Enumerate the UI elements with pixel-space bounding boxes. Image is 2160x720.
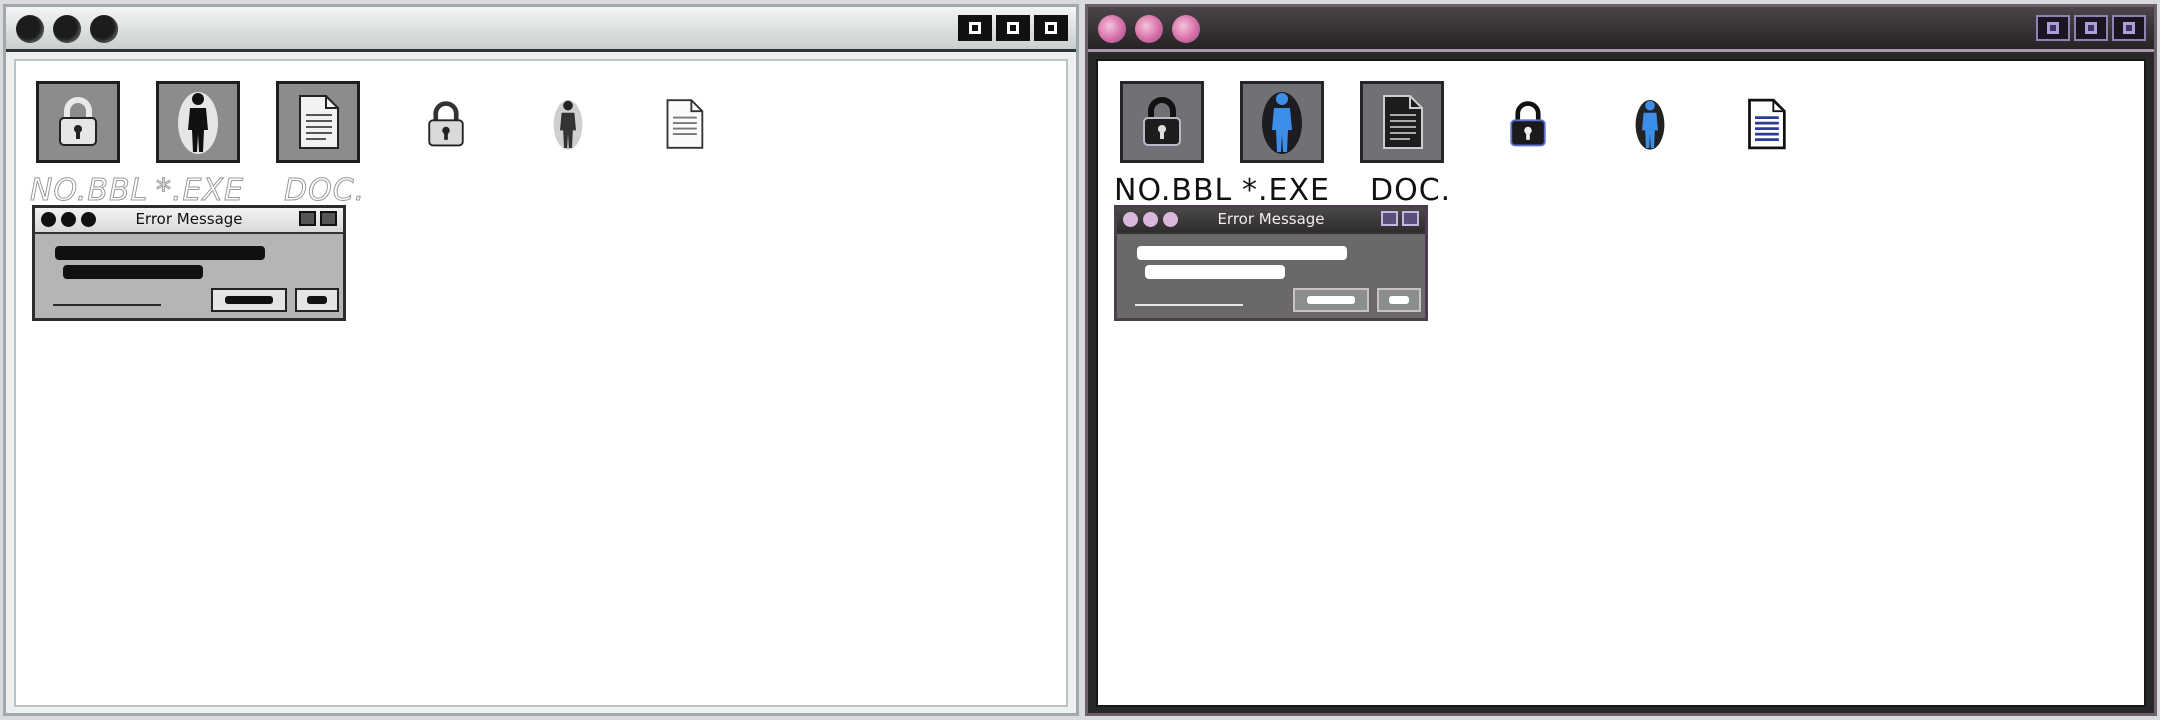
window-controls [2036, 15, 2146, 41]
dialog-secondary-button[interactable] [295, 288, 339, 312]
close-dot-button[interactable] [16, 15, 44, 43]
person-icon [178, 92, 218, 154]
person-icon [1262, 92, 1302, 154]
icon-label: NO.BBL [1114, 173, 1233, 208]
lock-desktop-icon[interactable] [416, 91, 476, 157]
document-icon [1748, 98, 1786, 150]
window-content: NO.BBL *.EXE DOC. Error Message [1096, 59, 2146, 707]
redacted-message-line [1145, 265, 1285, 279]
lock-icon [1143, 97, 1181, 146]
redacted-button-label [1307, 296, 1355, 304]
close-dot-button[interactable] [1098, 15, 1126, 43]
dialog-window-controls [1381, 211, 1419, 226]
lock-icon [59, 97, 97, 146]
dialog-divider [53, 304, 161, 306]
lock-desktop-icon[interactable] [1498, 91, 1558, 157]
dialog-primary-button[interactable] [1293, 288, 1369, 312]
title-bar[interactable] [6, 7, 1076, 52]
window-content: NO.BBL *.EXE DOC. Error Message [14, 59, 1068, 707]
traffic-lights [16, 15, 118, 43]
redacted-message-line [63, 265, 203, 279]
traffic-lights [1098, 15, 1200, 43]
lock-tile-button[interactable] [1120, 81, 1204, 163]
dialog-window-button[interactable] [1402, 211, 1419, 226]
document-desktop-icon[interactable] [1736, 91, 1796, 157]
zoom-dot-button[interactable] [90, 15, 118, 43]
redacted-message-line [55, 246, 265, 260]
icon-label: DOC. [283, 173, 366, 209]
minimize-dot-button[interactable] [1135, 15, 1163, 43]
person-icon [553, 100, 583, 150]
dialog-window-button[interactable] [320, 211, 337, 226]
dialog-title: Error Message [1217, 210, 1325, 228]
dialog-window-button[interactable] [299, 211, 316, 226]
window-controls [958, 15, 1068, 41]
redacted-button-label [225, 296, 273, 304]
lock-icon [428, 101, 464, 147]
document-desktop-icon[interactable] [654, 91, 714, 157]
person-tile-button[interactable] [1240, 81, 1324, 163]
person-tile-button[interactable] [156, 81, 240, 163]
person-desktop-icon[interactable] [538, 91, 598, 157]
icon-label: *.EXE [156, 173, 244, 209]
dialog-window-button[interactable] [1381, 211, 1398, 226]
window-light: NO.BBL *.EXE DOC. Error Message [3, 4, 1079, 716]
window-button-1[interactable] [958, 15, 992, 41]
window-button-2[interactable] [996, 15, 1030, 41]
person-desktop-icon[interactable] [1620, 91, 1680, 157]
title-bar[interactable] [1088, 7, 2154, 52]
lock-icon [1510, 101, 1546, 147]
dialog-title-bar[interactable]: Error Message [1117, 208, 1425, 234]
lock-tile-button[interactable] [36, 81, 120, 163]
redacted-message-line [1137, 246, 1347, 260]
window-button-3[interactable] [1034, 15, 1068, 41]
icon-label: DOC. [1370, 173, 1452, 208]
window-button-1[interactable] [2036, 15, 2070, 41]
icon-label: *.EXE [1242, 173, 1330, 208]
window-dark: NO.BBL *.EXE DOC. Error Message [1085, 4, 2157, 716]
document-icon [666, 99, 704, 149]
dialog-secondary-button[interactable] [1377, 288, 1421, 312]
window-button-2[interactable] [2074, 15, 2108, 41]
dialog-divider [1135, 304, 1243, 306]
document-tile-button[interactable] [1360, 81, 1444, 163]
document-icon [1383, 95, 1423, 149]
document-icon [299, 95, 339, 149]
redacted-button-label [1389, 296, 1409, 304]
error-dialog: Error Message [32, 205, 346, 321]
redacted-button-label [307, 296, 327, 304]
dialog-title: Error Message [135, 210, 243, 228]
dialog-window-controls [299, 211, 337, 226]
error-dialog: Error Message [1114, 205, 1428, 321]
window-button-3[interactable] [2112, 15, 2146, 41]
person-icon [1635, 100, 1665, 150]
zoom-dot-button[interactable] [1172, 15, 1200, 43]
dialog-title-bar[interactable]: Error Message [35, 208, 343, 234]
minimize-dot-button[interactable] [53, 15, 81, 43]
dialog-primary-button[interactable] [211, 288, 287, 312]
icon-label: NO.BBL [29, 173, 149, 209]
document-tile-button[interactable] [276, 81, 360, 163]
